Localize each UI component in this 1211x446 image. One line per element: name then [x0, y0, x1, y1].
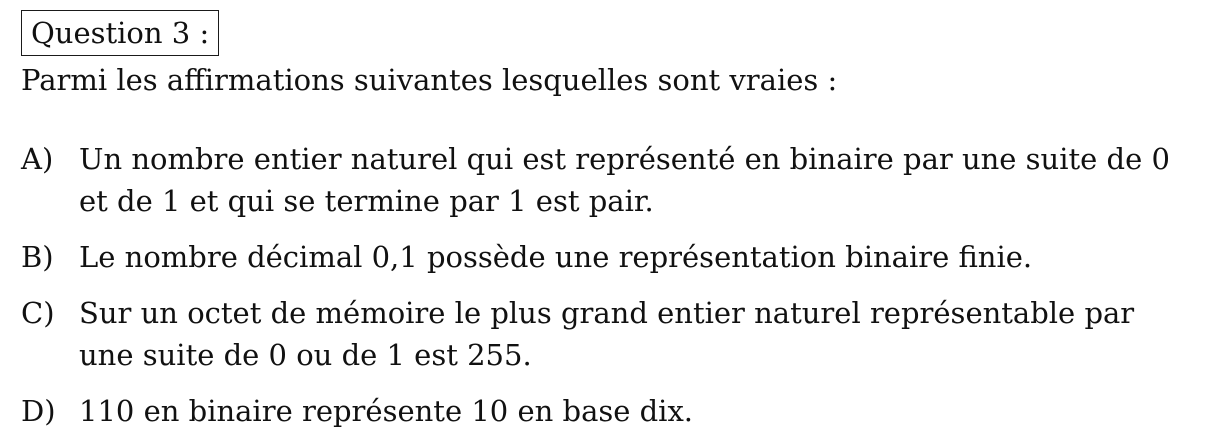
- answer-letter: A): [21, 142, 54, 176]
- answer-text: Le nombre décimal 0,1 possède une représ…: [79, 240, 1033, 274]
- answer-option-b: B) Le nombre décimal 0,1 possède une rep…: [21, 236, 1196, 278]
- answer-option-a: A) Un nombre entier naturel qui est repr…: [21, 138, 1196, 222]
- answer-letter: C): [21, 296, 55, 330]
- answer-letter: B): [21, 240, 54, 274]
- answer-list: A) Un nombre entier naturel qui est repr…: [21, 138, 1196, 446]
- exam-question: Question 3 : Parmi les affirmations suiv…: [0, 0, 1211, 446]
- answer-letter: D): [21, 394, 56, 428]
- question-intro: Parmi les affirmations suivantes lesquel…: [21, 63, 838, 97]
- question-label-box: Question 3 :: [21, 10, 220, 56]
- question-label: Question 3 :: [31, 16, 210, 50]
- answer-text: Sur un octet de mémoire le plus grand en…: [79, 296, 1135, 372]
- answer-text: 110 en binaire représente 10 en base dix…: [79, 394, 694, 428]
- answer-option-d: D) 110 en binaire représente 10 en base …: [21, 390, 1196, 432]
- answer-text: Un nombre entier naturel qui est représe…: [79, 142, 1170, 218]
- answer-option-c: C) Sur un octet de mémoire le plus grand…: [21, 292, 1196, 376]
